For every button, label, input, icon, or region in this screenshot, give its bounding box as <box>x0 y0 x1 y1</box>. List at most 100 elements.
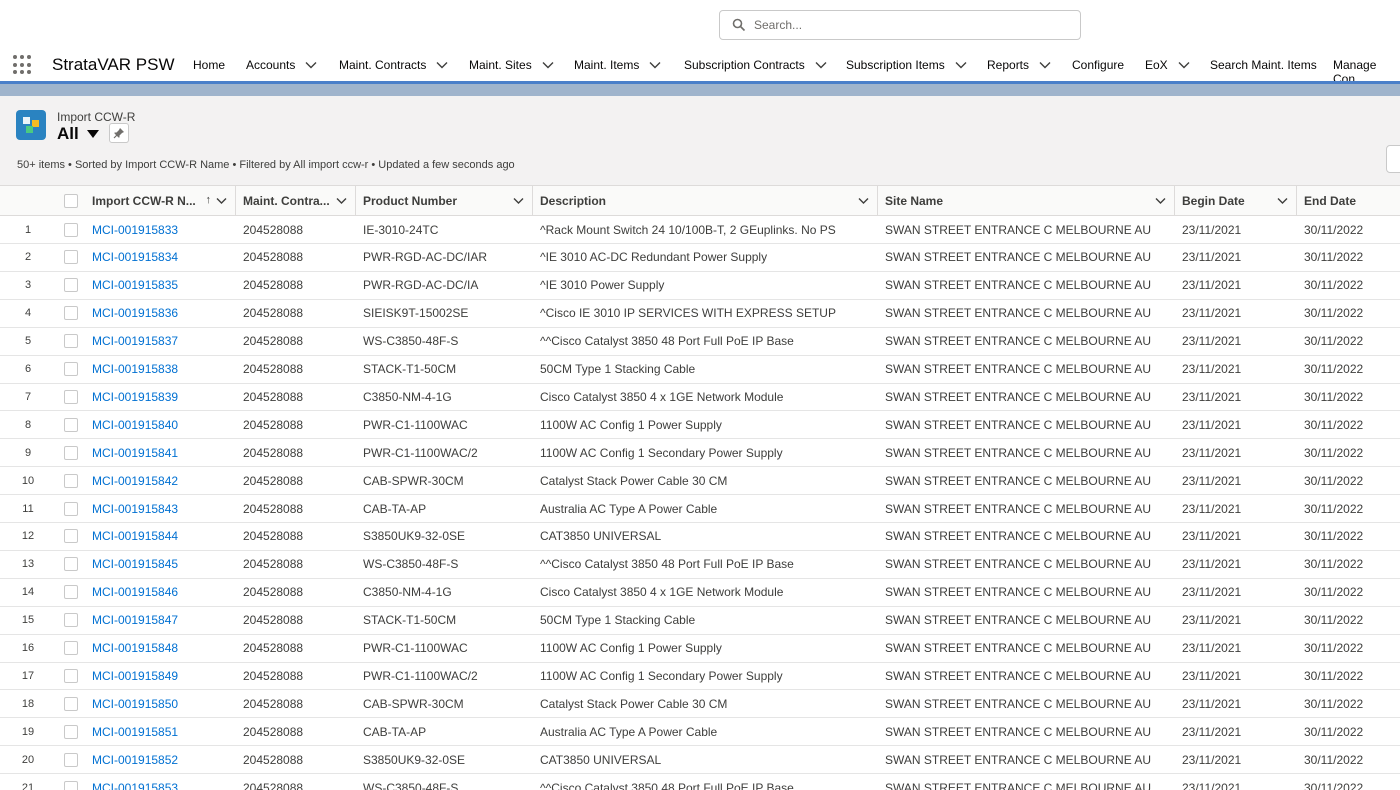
row-checkbox[interactable] <box>63 696 78 711</box>
record-name-link[interactable]: MCI-001915844 <box>92 523 232 550</box>
record-name-link[interactable]: MCI-001915834 <box>92 244 232 271</box>
record-name-link[interactable]: MCI-001915848 <box>92 635 232 662</box>
row-select-cell <box>56 300 85 327</box>
list-controls-button[interactable] <box>1386 145 1400 173</box>
record-name-link[interactable]: MCI-001915843 <box>92 495 232 522</box>
record-name-link[interactable]: MCI-001915833 <box>92 216 232 243</box>
row-checkbox[interactable] <box>63 334 78 349</box>
row-checkbox[interactable] <box>63 752 78 767</box>
nav-item[interactable]: Accounts <box>246 58 317 72</box>
nav-item[interactable]: EoX <box>1145 58 1190 72</box>
row-checkbox[interactable] <box>63 585 78 600</box>
row-checkbox[interactable] <box>63 306 78 321</box>
record-name-link[interactable]: MCI-001915846 <box>92 579 232 606</box>
nav-item[interactable]: Reports <box>987 58 1051 72</box>
chevron-down-icon[interactable] <box>955 61 967 69</box>
nav-item[interactable]: Subscription Contracts <box>684 58 827 72</box>
row-checkbox[interactable] <box>63 389 78 404</box>
row-number: 9 <box>24 446 32 459</box>
row-checkbox[interactable] <box>63 278 78 293</box>
column-header-site[interactable]: Site Name <box>878 186 1175 216</box>
chevron-down-icon[interactable] <box>1155 197 1166 205</box>
site-cell: SWAN STREET ENTRANCE C MELBOURNE AU <box>885 417 1152 432</box>
row-checkbox[interactable] <box>63 417 78 432</box>
begin-date-cell: 23/11/2021 <box>1182 278 1242 293</box>
nav-item-label: EoX <box>1145 58 1168 72</box>
site-cell: SWAN STREET ENTRANCE C MELBOURNE AU <box>885 445 1152 460</box>
pin-icon[interactable] <box>109 123 129 143</box>
site-cell: SWAN STREET ENTRANCE C MELBOURNE AU <box>885 529 1152 544</box>
global-search-input[interactable]: Search... <box>719 10 1081 40</box>
chevron-down-icon[interactable] <box>542 61 554 69</box>
record-name-link[interactable]: MCI-001915853 <box>92 774 232 790</box>
row-checkbox[interactable] <box>63 222 78 237</box>
record-name-link[interactable]: MCI-001915839 <box>92 383 232 410</box>
site-cell: SWAN STREET ENTRANCE C MELBOURNE AU <box>885 696 1152 711</box>
row-number: 4 <box>24 307 32 320</box>
row-checkbox[interactable] <box>63 724 78 739</box>
nav-item[interactable]: Maint. Contracts <box>339 58 448 72</box>
record-name-link[interactable]: MCI-001915838 <box>92 356 232 383</box>
row-checkbox[interactable] <box>63 250 78 265</box>
chevron-down-icon[interactable] <box>1178 61 1190 69</box>
row-checkbox[interactable] <box>63 362 78 376</box>
column-header-contract[interactable]: Maint. Contra... <box>236 186 356 216</box>
nav-item[interactable]: Maint. Items <box>574 58 661 72</box>
chevron-down-icon[interactable] <box>513 197 524 205</box>
row-checkbox[interactable] <box>63 780 78 790</box>
chevron-down-icon[interactable] <box>336 197 347 205</box>
column-header-end[interactable]: End Date <box>1297 186 1400 216</box>
row-select-cell <box>56 467 85 494</box>
list-view-selector[interactable]: All <box>57 124 99 144</box>
row-checkbox[interactable] <box>63 501 78 516</box>
row-checkbox[interactable] <box>63 473 78 488</box>
column-header-begin[interactable]: Begin Date <box>1175 186 1297 216</box>
row-checkbox[interactable] <box>63 445 78 460</box>
begin-date-cell: 23/11/2021 <box>1182 389 1242 404</box>
chevron-down-icon[interactable] <box>858 197 869 205</box>
record-name-link[interactable]: MCI-001915841 <box>92 439 232 466</box>
chevron-down-icon[interactable] <box>815 61 827 69</box>
nav-item[interactable]: Maint. Sites <box>469 58 554 72</box>
record-name-link[interactable]: MCI-001915840 <box>92 411 232 438</box>
app-launcher-icon[interactable] <box>13 55 33 75</box>
row-number: 11 <box>22 502 34 515</box>
chevron-down-icon[interactable] <box>436 61 448 69</box>
description-cell: ^Cisco IE 3010 IP SERVICES WITH EXPRESS … <box>540 306 836 321</box>
row-checkbox[interactable] <box>63 529 78 544</box>
record-name-link[interactable]: MCI-001915845 <box>92 551 232 578</box>
record-name-link[interactable]: MCI-001915851 <box>92 718 232 745</box>
product-cell: SIEISK9T-15002SE <box>363 306 469 321</box>
chevron-down-icon[interactable] <box>649 61 661 69</box>
nav-item[interactable]: Search Maint. Items <box>1210 58 1317 72</box>
column-header-description[interactable]: Description <box>533 186 878 216</box>
column-header-name[interactable]: Import CCW-R N... ↑ <box>85 186 236 216</box>
product-cell: WS-C3850-48F-S <box>363 557 459 572</box>
record-name-link[interactable]: MCI-001915852 <box>92 746 232 773</box>
record-name-link[interactable]: MCI-001915835 <box>92 272 232 299</box>
nav-item[interactable]: Subscription Items <box>846 58 967 72</box>
nav-item[interactable]: Configure <box>1072 58 1124 72</box>
column-header-product[interactable]: Product Number <box>356 186 533 216</box>
select-all-checkbox[interactable] <box>63 194 78 208</box>
record-name-link[interactable]: MCI-001915836 <box>92 300 232 327</box>
chevron-down-icon[interactable] <box>216 197 227 205</box>
record-name-link[interactable]: MCI-001915850 <box>92 690 232 717</box>
row-checkbox[interactable] <box>63 668 78 683</box>
row-checkbox[interactable] <box>63 557 78 572</box>
nav-item[interactable]: Home <box>193 58 225 72</box>
column-label: End Date <box>1304 194 1357 208</box>
row-checkbox[interactable] <box>63 613 78 628</box>
chevron-down-icon[interactable] <box>1277 197 1288 205</box>
row-checkbox[interactable] <box>63 641 78 655</box>
record-name-link[interactable]: MCI-001915847 <box>92 607 232 634</box>
record-name-link[interactable]: MCI-001915837 <box>92 328 232 355</box>
chevron-down-icon[interactable] <box>305 61 317 69</box>
chevron-down-icon[interactable] <box>1039 61 1051 69</box>
end-date-cell: 30/11/2022 <box>1304 752 1364 767</box>
product-cell: PWR-RGD-AC-DC/IAR <box>363 250 487 265</box>
record-name-link[interactable]: MCI-001915849 <box>92 662 232 689</box>
site-cell: SWAN STREET ENTRANCE C MELBOURNE AU <box>885 668 1152 683</box>
column-label: Import CCW-R N... <box>92 194 196 208</box>
record-name-link[interactable]: MCI-001915842 <box>92 467 232 494</box>
